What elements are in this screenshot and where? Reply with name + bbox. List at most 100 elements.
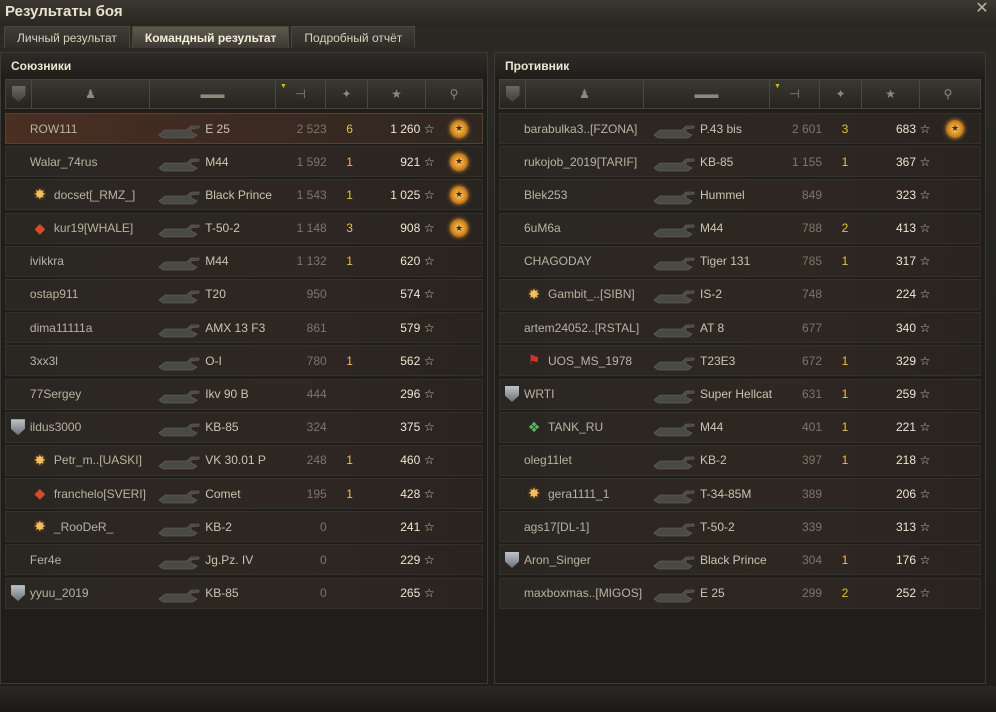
squad-column-icon[interactable] (500, 80, 526, 108)
player-row[interactable]: 3xx3l O-I 780 1 562 ☆ (5, 345, 483, 377)
player-name[interactable]: CHAGODAY (524, 254, 592, 268)
player-row[interactable]: maxboxmas..[MIGOS] E 25 299 2 252 ☆ (499, 577, 981, 609)
player-name[interactable]: UOS_MS_1978 (548, 354, 632, 368)
player-row[interactable]: Aron_Singer Black Prince 304 1 176 ☆ (499, 544, 981, 576)
xp-star-icon: ☆ (423, 154, 435, 169)
squad-shield-icon (10, 419, 25, 436)
tab-personal-result[interactable]: Личный результат (4, 26, 130, 48)
player-row[interactable]: ildus3000 KB-85 324 375 ☆ (5, 411, 483, 443)
kills-column-icon[interactable]: ✦ (326, 80, 368, 108)
tank-icon (157, 414, 201, 440)
player-name[interactable]: ildus3000 (30, 420, 81, 434)
xp-value: 259 (895, 387, 916, 401)
player-row[interactable]: 77Sergey Ikv 90 B 444 296 ☆ (5, 378, 483, 410)
player-row[interactable]: 6uM6a M44 788 2 413 ☆ (499, 212, 981, 244)
tab-team-result[interactable]: Командный результат (131, 26, 290, 48)
player-name[interactable]: gera1111_1 (548, 487, 609, 501)
player-name[interactable]: Fer4e (30, 553, 61, 567)
player-name[interactable]: TANK_RU (548, 420, 603, 434)
player-name[interactable]: Blek253 (524, 188, 567, 202)
player-name[interactable]: oleg11let (524, 453, 572, 467)
player-name[interactable]: maxboxmas..[MIGOS] (524, 586, 642, 600)
player-name[interactable]: rukojob_2019[TARIF] (524, 155, 637, 169)
medal-icon[interactable]: ★ (450, 152, 469, 171)
kills-column-icon[interactable]: ✦ (820, 80, 862, 108)
player-row[interactable]: ostap911 T20 950 574 ☆ (5, 278, 483, 310)
player-row[interactable]: ❖ TANK_RU M44 401 1 221 ☆ (499, 411, 981, 443)
player-name[interactable]: ROW111 (30, 122, 78, 136)
xp-value: 252 (895, 586, 916, 601)
player-row[interactable]: CHAGODAY Tiger 131 785 1 317 ☆ (499, 245, 981, 277)
medal-icon[interactable]: ★ (450, 119, 469, 138)
player-row[interactable]: Walar_74rus M44 1 592 1 921 ☆ ★ (5, 146, 483, 178)
tank-icon (652, 182, 696, 208)
player-row[interactable]: WRTI Super Hellcat 631 1 259 ☆ (499, 378, 981, 410)
player-name[interactable]: docset[_RMZ_] (54, 188, 135, 202)
damage-value: 2 601 (791, 121, 822, 136)
tab-detailed-report[interactable]: Подробный отчёт (291, 26, 416, 48)
player-row[interactable]: artem24052..[RSTAL] AT 8 677 340 ☆ (499, 312, 981, 344)
player-row[interactable]: ✸ _RooDeR_ KB-2 0 241 ☆ (5, 511, 483, 543)
player-name[interactable]: 6uM6a (524, 221, 561, 235)
player-name[interactable]: Petr_m..[UASKI] (54, 453, 142, 467)
player-row[interactable]: ✸ Petr_m..[UASKI] VK 30.01 P 248 1 460 ☆ (5, 444, 483, 476)
player-name[interactable]: ostap911 (30, 287, 79, 301)
player-name[interactable]: barabulka3..[FZONA] (524, 122, 637, 136)
player-row[interactable]: ROW111 E 25 2 523 6 1 260 ☆ ★ (5, 113, 483, 144)
tank-column-icon[interactable]: ▬▬ (150, 80, 276, 108)
player-name[interactable]: 77Sergey (30, 387, 81, 401)
player-name[interactable]: WRTI (524, 387, 554, 401)
damage-column-icon[interactable]: ⊣ (276, 80, 326, 108)
xp-star-icon: ☆ (423, 453, 435, 468)
squad-column-icon[interactable] (6, 80, 32, 108)
player-column-icon[interactable]: ♟ (526, 80, 644, 108)
xp-value: 265 (400, 586, 421, 601)
xp-column-icon[interactable]: ★ (862, 80, 920, 108)
player-row[interactable]: ⚑ UOS_MS_1978 T23E3 672 1 329 ☆ (499, 345, 981, 377)
player-row[interactable]: barabulka3..[FZONA] P.43 bis 2 601 3 683 ☆ ★ (499, 113, 981, 144)
damage-value: 0 (319, 519, 327, 534)
player-name[interactable]: artem24052..[RSTAL] (524, 321, 639, 335)
player-row[interactable]: oleg11let KB-2 397 1 218 ☆ (499, 444, 981, 476)
player-row[interactable]: ✸ docset[_RMZ_] Black Prince 1 543 1 1 025 ☆ ★ (5, 179, 483, 211)
xp-star-icon: ☆ (423, 586, 435, 601)
player-name[interactable]: yyuu_2019 (30, 586, 89, 600)
player-name[interactable]: Walar_74rus (30, 155, 98, 169)
xp-star-icon: ☆ (423, 353, 435, 368)
player-row[interactable]: ✸ gera1111_1 T-34-85M 389 206 ☆ (499, 478, 981, 510)
player-name[interactable]: kur19[WHALE] (54, 221, 133, 235)
damage-column-icon[interactable]: ⊣ (770, 80, 820, 108)
player-row[interactable]: rukojob_2019[TARIF] KB-85 1 155 1 367 ☆ (499, 146, 981, 178)
player-name[interactable]: ags17[DL-1] (524, 520, 589, 534)
player-column-icon[interactable]: ♟ (32, 80, 150, 108)
clan-star-icon: ✸ (528, 285, 540, 302)
medal-icon[interactable]: ★ (450, 185, 469, 204)
player-name[interactable]: ivikkra (30, 254, 64, 268)
player-name[interactable]: franchelo[SVERI] (54, 487, 146, 501)
tank-name: KB-85 (205, 420, 239, 435)
tank-column-icon[interactable]: ▬▬ (644, 80, 770, 108)
player-row[interactable]: yyuu_2019 KB-85 0 265 ☆ (5, 577, 483, 609)
player-row[interactable]: Fer4e Jg.Pz. IV 0 229 ☆ (5, 544, 483, 576)
player-name[interactable]: 3xx3l (30, 354, 58, 368)
player-name[interactable]: Aron_Singer (524, 553, 591, 567)
player-row[interactable]: ivikkra M44 1 132 1 620 ☆ (5, 245, 483, 277)
medal-column-icon[interactable]: ⚲ (426, 80, 482, 108)
player-row[interactable]: dima11111a AMX 13 F3 861 579 ☆ (5, 312, 483, 344)
player-name[interactable]: dima11111a (30, 321, 93, 335)
player-row[interactable]: ◆ franchelo[SVERI] Comet 195 1 428 ☆ (5, 478, 483, 510)
medal-icon[interactable]: ★ (946, 119, 964, 138)
player-row[interactable]: Blek253 Hummel 849 323 ☆ (499, 179, 981, 211)
player-name[interactable]: Gambit_..[SIBN] (548, 287, 635, 301)
damage-value: 780 (306, 353, 327, 368)
player-row[interactable]: ✸ Gambit_..[SIBN] IS-2 748 224 ☆ (499, 278, 981, 310)
medal-column-icon[interactable]: ⚲ (920, 80, 976, 108)
damage-value: 785 (801, 254, 822, 269)
close-icon[interactable]: ✕ (974, 1, 990, 17)
medal-cell: ★ (436, 119, 482, 138)
player-row[interactable]: ◆ kur19[WHALE] T-50-2 1 148 3 908 ☆ ★ (5, 212, 483, 244)
xp-column-icon[interactable]: ★ (368, 80, 426, 108)
player-name[interactable]: _RooDeR_ (54, 520, 113, 534)
medal-icon[interactable]: ★ (450, 219, 469, 238)
player-row[interactable]: ags17[DL-1] T-50-2 339 313 ☆ (499, 511, 981, 543)
